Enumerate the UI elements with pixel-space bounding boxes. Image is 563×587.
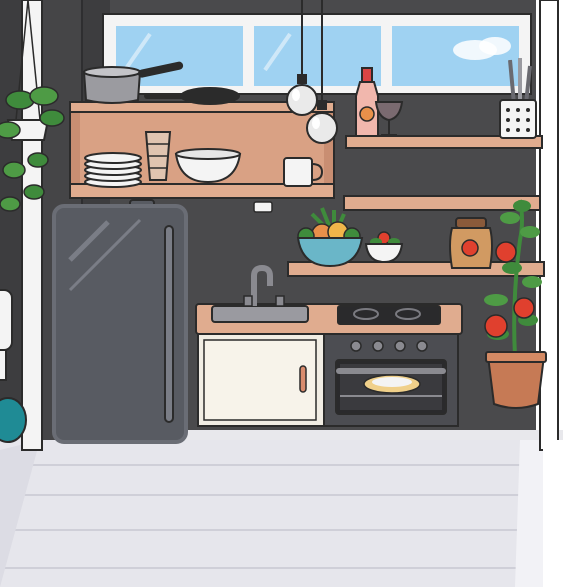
kitchen-scene xyxy=(0,0,563,587)
floor xyxy=(0,440,563,587)
window-icon[interactable] xyxy=(102,13,532,95)
right-floor-strip xyxy=(543,440,563,587)
glasses-icon[interactable] xyxy=(144,131,172,181)
jar-icon[interactable] xyxy=(449,217,493,269)
pizza-icon[interactable] xyxy=(363,374,421,394)
sink-icon[interactable] xyxy=(211,305,309,323)
plates-icon[interactable] xyxy=(84,152,142,188)
fridge-icon[interactable] xyxy=(52,199,188,444)
right-shelf-middle[interactable] xyxy=(343,195,541,211)
light-switch[interactable] xyxy=(253,201,273,213)
right-pillar xyxy=(539,0,559,451)
cabinet-icon[interactable] xyxy=(197,333,325,427)
stovetop-icon[interactable] xyxy=(337,305,441,325)
